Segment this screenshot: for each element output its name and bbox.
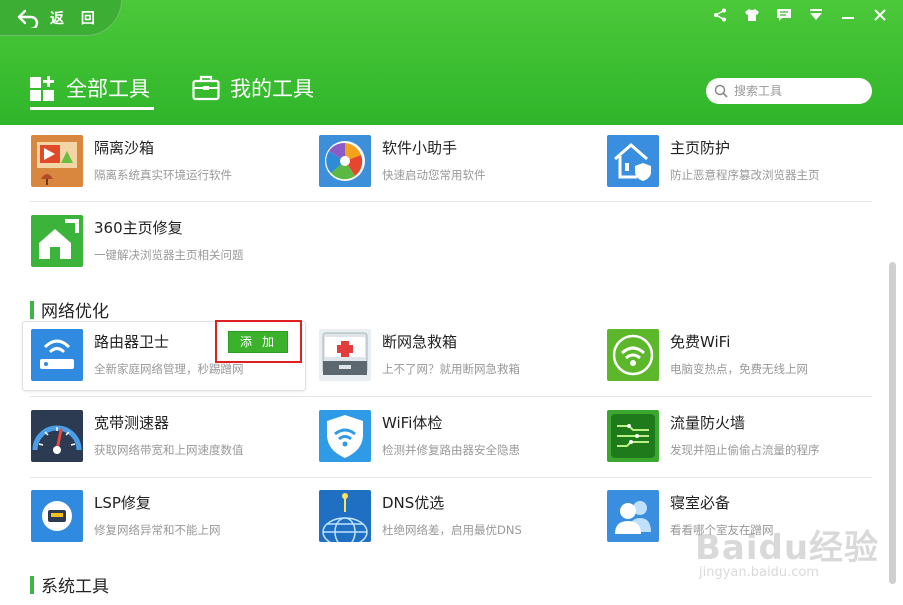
tool-desc: 防止恶意程序篡改浏览器主页	[670, 168, 820, 182]
tool-desc: 发现并阻止偷偷占流量的程序	[670, 443, 820, 457]
first-aid-kit-icon	[319, 329, 371, 381]
tool-name: 宽带测速器	[94, 414, 170, 432]
tool-name: 软件小助手	[382, 139, 458, 157]
software-assistant-icon	[319, 135, 371, 187]
router-icon	[31, 329, 83, 381]
search-icon	[714, 84, 728, 98]
section-title: 系统工具	[41, 577, 109, 597]
tab-my-tools-label: 我的工具	[230, 77, 314, 101]
highlight-box	[215, 320, 302, 363]
tool-desc: 快速启动您常用软件	[382, 168, 486, 182]
tool-desc: 隔离系统真实环境运行软件	[94, 168, 232, 182]
row-divider	[30, 477, 872, 478]
section-network-optimization: 网络优化	[30, 297, 109, 322]
tool-desc: 修复网络异常和不能上网	[94, 523, 221, 537]
sandbox-icon	[31, 135, 83, 187]
row-divider	[30, 396, 872, 397]
section-accent-bar	[30, 575, 34, 594]
users-icon	[607, 490, 659, 542]
tool-name: 隔离沙箱	[94, 139, 155, 157]
skin-shirt-icon[interactable]	[739, 5, 765, 25]
tool-net-rescue[interactable]: 断网急救箱 上不了网？就用断网急救箱	[319, 329, 599, 395]
menu-dropdown-icon[interactable]	[803, 5, 829, 25]
tool-desc: 上不了网？就用断网急救箱	[382, 362, 520, 376]
wifi-shield-icon	[319, 410, 371, 462]
tab-all-tools[interactable]: 全部工具	[30, 73, 150, 103]
tool-name: 寝室必备	[670, 494, 731, 512]
tool-name: 路由器卫士	[94, 333, 170, 351]
tool-homepage-repair[interactable]: 360主页修复 一键解决浏览器主页相关问题	[31, 215, 311, 281]
grid-plus-icon	[30, 76, 54, 101]
watermark-main: Baidu经验	[695, 528, 880, 568]
tool-desc: 获取网络带宽和上网速度数值	[94, 443, 244, 457]
tool-name: DNS优选	[382, 494, 445, 512]
baidu-watermark: Baidu经验 jingyan.baidu.com	[695, 520, 879, 580]
section-system-tools: 系统工具	[30, 572, 109, 597]
tool-wifi-check[interactable]: WiFi体检 检测并修复路由器安全隐患	[319, 410, 599, 476]
section-accent-bar	[30, 300, 34, 319]
tool-name: 断网急救箱	[382, 333, 458, 351]
message-icon[interactable]	[771, 5, 797, 25]
homepage-repair-icon	[31, 215, 83, 267]
tool-lsp-repair[interactable]: LSP修复 修复网络异常和不能上网	[31, 490, 311, 556]
tab-my-tools[interactable]: 我的工具	[192, 73, 314, 103]
tool-speed-test[interactable]: 宽带测速器 获取网络带宽和上网速度数值	[31, 410, 311, 476]
circuit-firewall-icon	[607, 410, 659, 462]
scrollbar-thumb[interactable]	[889, 262, 896, 584]
back-label: 返 回	[50, 10, 101, 27]
network-card-icon	[31, 490, 83, 542]
back-arrow-icon	[17, 9, 39, 28]
tab-all-tools-label: 全部工具	[66, 77, 150, 101]
back-button[interactable]: 返 回	[0, 0, 122, 36]
tool-name: WiFi体检	[382, 414, 443, 432]
search-box[interactable]	[706, 78, 872, 104]
search-input[interactable]	[734, 84, 864, 98]
window-controls	[701, 5, 893, 25]
minimize-icon[interactable]	[835, 5, 861, 25]
home-shield-icon	[607, 135, 659, 187]
tool-software-assistant[interactable]: 软件小助手 快速启动您常用软件	[319, 135, 599, 201]
speedometer-icon	[31, 410, 83, 462]
tool-desc: 全新家庭网络管理，秒踢蹭网	[94, 362, 244, 376]
tool-dns-select[interactable]: DNS优选 杜绝网络差，启用最优DNS	[319, 490, 599, 556]
tool-free-wifi[interactable]: 免费WiFi 电脑变热点，免费无线上网	[607, 329, 887, 395]
tool-name: 流量防火墙	[670, 414, 746, 432]
tool-name: 主页防护	[670, 139, 731, 157]
header: 返 回 全部工具 我的工具 搜索工具	[0, 0, 903, 125]
section-title: 网络优化	[41, 302, 109, 322]
tool-desc: 杜绝网络差，启用最优DNS	[382, 523, 522, 537]
dns-globe-icon	[319, 490, 371, 542]
tool-desc: 电脑变热点，免费无线上网	[670, 362, 808, 376]
tool-name: LSP修复	[94, 494, 151, 512]
tool-desc: 一键解决浏览器主页相关问题	[94, 248, 244, 262]
tool-name: 360主页修复	[94, 219, 183, 237]
tool-homepage-protect[interactable]: 主页防护 防止恶意程序篡改浏览器主页	[607, 135, 887, 201]
row-divider	[30, 201, 872, 202]
wifi-hotspot-icon	[607, 329, 659, 381]
toolbox-icon	[192, 75, 220, 101]
active-tab-underline	[30, 107, 154, 110]
tool-desc: 检测并修复路由器安全隐患	[382, 443, 520, 457]
tool-isolation-sandbox[interactable]: 隔离沙箱 隔离系统真实环境运行软件	[31, 135, 311, 201]
close-icon[interactable]	[867, 5, 893, 25]
tool-name: 免费WiFi	[670, 333, 731, 351]
share-icon[interactable]	[707, 5, 733, 25]
tool-traffic-firewall[interactable]: 流量防火墙 发现并阻止偷偷占流量的程序	[607, 410, 887, 476]
